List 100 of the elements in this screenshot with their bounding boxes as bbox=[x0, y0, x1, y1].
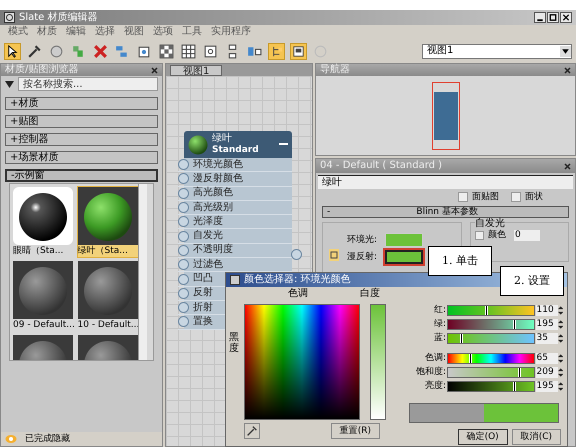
rollout-header[interactable]: - Blinn 基本参数 bbox=[322, 206, 569, 218]
menu-item[interactable]: 选择 bbox=[95, 27, 115, 37]
callout-label: 1. 单击 bbox=[428, 246, 492, 276]
category-header[interactable]: +场景材质 bbox=[5, 151, 158, 164]
input-socket-icon[interactable] bbox=[178, 188, 189, 199]
input-socket-icon[interactable] bbox=[178, 288, 189, 299]
sphere-preview bbox=[13, 187, 73, 245]
slider-thumb[interactable] bbox=[469, 354, 472, 362]
input-socket-icon[interactable] bbox=[178, 173, 189, 184]
close-icon[interactable] bbox=[560, 12, 572, 23]
minimize-icon[interactable] bbox=[534, 12, 546, 23]
category-header[interactable]: -示例窗 bbox=[5, 169, 158, 182]
spinner-field[interactable]: 195 bbox=[536, 380, 558, 392]
ok-button[interactable]: 确定(O) bbox=[458, 429, 508, 445]
output-socket-icon[interactable] bbox=[291, 249, 302, 260]
whiteness-bar[interactable] bbox=[370, 304, 386, 420]
scrollbar[interactable] bbox=[138, 184, 147, 360]
spinner-arrows-icon[interactable] bbox=[558, 366, 563, 378]
panel-title: 导航器 bbox=[320, 65, 350, 75]
reset-button[interactable]: 重置(R) bbox=[330, 423, 380, 439]
slot-label: 凹凸 bbox=[193, 274, 213, 284]
viewport-frame[interactable] bbox=[432, 82, 460, 150]
color-slider[interactable] bbox=[447, 366, 535, 378]
checkbox[interactable] bbox=[475, 231, 484, 240]
color-slider[interactable] bbox=[447, 304, 535, 316]
input-socket-icon[interactable] bbox=[178, 159, 189, 170]
close-icon[interactable] bbox=[564, 66, 571, 74]
category-header[interactable]: +控制器 bbox=[5, 133, 158, 146]
channel-label: 饱和度: bbox=[414, 368, 446, 376]
search-field[interactable]: 按名称搜索... bbox=[18, 77, 158, 91]
menu-item[interactable]: 工具 bbox=[182, 27, 202, 37]
sample-slot[interactable]: 09 - Default... bbox=[12, 260, 74, 332]
checker-icon[interactable] bbox=[158, 42, 175, 60]
menu-item[interactable]: 视图 bbox=[124, 27, 144, 37]
category-header[interactable]: +贴图 bbox=[5, 115, 158, 128]
slot-label: 环境光颜色 bbox=[193, 160, 243, 170]
input-socket-icon[interactable] bbox=[178, 274, 189, 285]
slot-label: 光泽度 bbox=[193, 216, 223, 227]
slider-thumb[interactable] bbox=[460, 334, 463, 342]
spinner-arrows-icon[interactable] bbox=[558, 318, 563, 330]
expand-arrow-icon[interactable] bbox=[5, 80, 14, 88]
color-slider[interactable] bbox=[447, 380, 535, 392]
slider-thumb[interactable] bbox=[513, 382, 516, 390]
view-dropdown[interactable]: 视图1 bbox=[422, 44, 572, 58]
sphere-preview bbox=[78, 187, 138, 245]
input-socket-icon[interactable] bbox=[178, 244, 189, 256]
menu-item[interactable]: 材质 bbox=[37, 27, 57, 37]
checkbox[interactable] bbox=[458, 192, 468, 202]
view-tab[interactable]: 视图1 bbox=[170, 65, 222, 76]
slider-thumb[interactable] bbox=[484, 306, 488, 314]
slider-thumb[interactable] bbox=[513, 320, 516, 328]
color-slider[interactable] bbox=[447, 332, 535, 344]
spinner-field[interactable]: 65 bbox=[536, 352, 558, 364]
menu-item[interactable]: 选项 bbox=[153, 27, 173, 37]
cancel-button[interactable]: 取消(C) bbox=[512, 429, 561, 445]
sample-label: 眼睛（Sta... bbox=[13, 245, 64, 257]
menu-item[interactable]: 编辑 bbox=[66, 27, 86, 37]
color-slider[interactable] bbox=[447, 318, 535, 330]
spinner-field[interactable]: 35 bbox=[536, 332, 558, 344]
category-header[interactable]: +材质 bbox=[5, 97, 158, 110]
spinner-arrows-icon[interactable] bbox=[558, 380, 563, 392]
material-name-field[interactable]: 绿叶 bbox=[318, 175, 573, 189]
input-socket-icon[interactable] bbox=[178, 316, 189, 328]
close-icon[interactable] bbox=[151, 66, 158, 74]
input-socket-icon[interactable] bbox=[178, 302, 189, 314]
spinner-field[interactable]: 195 bbox=[536, 318, 558, 330]
rollout-sign: - bbox=[327, 208, 330, 216]
color-swatch[interactable] bbox=[385, 250, 423, 264]
eye-icon bbox=[5, 434, 17, 444]
sample-slot[interactable]: 眼睛（Sta... bbox=[12, 186, 74, 258]
maximize-icon[interactable] bbox=[547, 12, 559, 23]
eyedropper-icon[interactable] bbox=[26, 42, 43, 60]
swatch-label: 环境光: bbox=[347, 236, 378, 244]
spinner-field[interactable]: 110 bbox=[536, 304, 558, 316]
rollout-title: Blinn 基本参数 bbox=[416, 208, 478, 216]
eyedropper-icon[interactable] bbox=[244, 423, 260, 439]
collapse-icon[interactable] bbox=[279, 143, 288, 146]
input-socket-icon[interactable] bbox=[178, 216, 189, 228]
node-header[interactable]: 绿叶 Standard bbox=[184, 131, 292, 158]
close-icon[interactable] bbox=[564, 162, 571, 170]
spinner-field[interactable]: 209 bbox=[536, 366, 558, 378]
menu-item[interactable]: 实用程序 bbox=[211, 27, 251, 37]
slider-thumb[interactable] bbox=[518, 368, 522, 376]
sample-slot[interactable]: 绿叶（Sta... bbox=[76, 186, 138, 258]
spinner-field[interactable]: 0 bbox=[514, 230, 540, 241]
menu-item[interactable]: 模式 bbox=[8, 27, 28, 37]
input-socket-icon[interactable] bbox=[178, 230, 189, 242]
spinner-arrows-icon[interactable] bbox=[558, 332, 563, 344]
spinner-arrows-icon[interactable] bbox=[558, 304, 563, 316]
input-socket-icon[interactable] bbox=[178, 259, 189, 270]
hue-blackness-picker[interactable] bbox=[244, 304, 360, 420]
checkbox[interactable] bbox=[511, 192, 521, 202]
spinner-arrows-icon[interactable] bbox=[558, 352, 563, 364]
grid-icon[interactable] bbox=[180, 42, 197, 60]
callout-label: 2. 设置 bbox=[500, 266, 564, 296]
color-slider[interactable] bbox=[447, 352, 535, 364]
sample-label: 绿叶（Sta... bbox=[78, 245, 129, 257]
sphere-preview bbox=[13, 261, 73, 319]
input-socket-icon[interactable] bbox=[178, 202, 189, 214]
delete-icon[interactable] bbox=[92, 42, 109, 60]
